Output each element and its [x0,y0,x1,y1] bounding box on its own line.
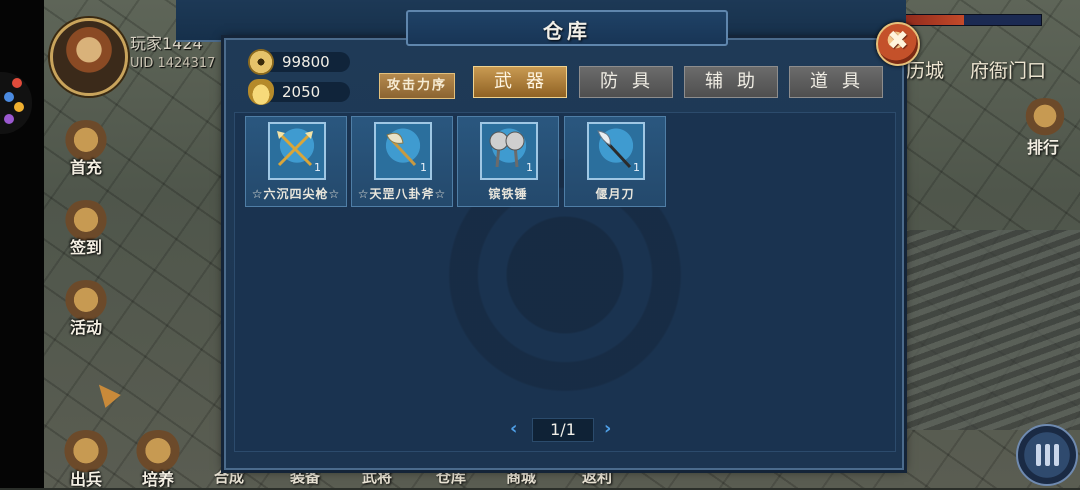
dispatch-button[interactable]: 出兵 [56,430,116,490]
close-button[interactable]: ✖ [876,22,920,66]
tab-armor[interactable]: 防具 [579,66,673,98]
pagination: ‹ 1/1 › [510,418,614,442]
inventory-item[interactable]: 1 偃月刀 [564,116,666,207]
close-icon: ✖ [887,26,909,56]
train-button[interactable]: 培养 [128,430,188,490]
player-avatar[interactable] [50,18,128,96]
item-name: 偃月刀 [595,187,635,201]
gate-nav[interactable]: 府衙门口 [970,56,1046,83]
coin-icon [248,49,274,75]
ingot-balance: 2050 [248,79,350,105]
dialog-title: 仓库 [543,19,591,43]
player-uid: UID 1424317 [130,56,216,71]
item-count: 1 [526,161,533,174]
coin-value: 99800 [282,53,330,71]
prev-page-button[interactable]: ‹ [510,418,517,440]
rank-label[interactable]: 排行 [1027,134,1059,158]
main-menu-button[interactable] [1016,424,1078,486]
sign-in-label: 签到 [69,238,102,257]
gold-ingot-icon [248,79,274,105]
next-page-button[interactable]: › [604,418,611,440]
coin-balance: 99800 [248,49,350,75]
item-name: ☆六沉四尖枪☆ [251,187,341,201]
train-label: 培养 [141,470,174,489]
page-indicator: 1/1 [532,418,594,442]
item-name: ☆天罡八卦斧☆ [357,187,447,201]
item-count: 1 [314,161,321,174]
activity-label: 活动 [69,318,102,337]
item-count: 1 [633,161,640,174]
tab-accessories[interactable]: 辅助 [684,66,778,98]
inventory-item[interactable]: 1 镔铁锤 [457,116,559,207]
tab-items[interactable]: 道具 [789,66,883,98]
tab-weapons[interactable]: 武器 [473,66,567,98]
item-count: 1 [420,161,427,174]
first-recharge-label: 首充 [69,158,102,177]
first-recharge-button[interactable]: 首充 [58,120,114,178]
building-roof [900,230,1080,430]
sign-in-button[interactable]: 签到 [58,200,114,258]
inventory-item[interactable]: 1 ☆天罡八卦斧☆ [351,116,453,207]
dialog-title-plate: 仓库 [406,10,728,46]
dispatch-label: 出兵 [69,470,102,489]
rank-icon[interactable] [1022,98,1068,138]
item-name: 镔铁锤 [488,187,528,201]
sort-by-attack-button[interactable]: 攻击力序 [379,73,455,99]
activity-button[interactable]: 活动 [58,280,114,338]
ingot-value: 2050 [282,83,321,101]
inventory-item[interactable]: 1 ☆六沉四尖枪☆ [245,116,347,207]
